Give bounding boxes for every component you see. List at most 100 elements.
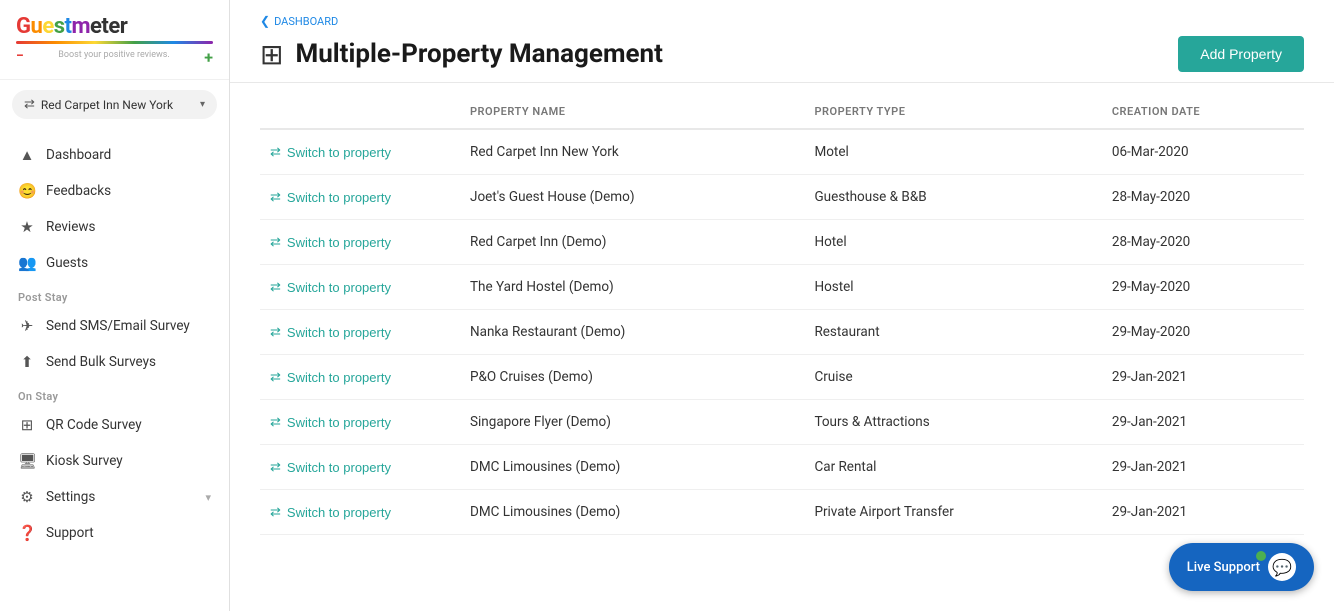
dashboard-icon: ▲ bbox=[18, 146, 36, 164]
table-cell-action: ⇄ Switch to property bbox=[260, 400, 460, 445]
switch-to-property-button[interactable]: ⇄ Switch to property bbox=[270, 189, 391, 205]
table-row: ⇄ Switch to property P&O Cruises (Demo) … bbox=[260, 355, 1304, 400]
switch-btn-label: Switch to property bbox=[287, 235, 391, 250]
page-title-left: ⊞ Multiple-Property Management bbox=[260, 38, 663, 71]
table-cell-name: The Yard Hostel (Demo) bbox=[460, 265, 804, 310]
table-cell-date: 29-May-2020 bbox=[1102, 310, 1304, 355]
table-cell-date: 29-May-2020 bbox=[1102, 265, 1304, 310]
logo-letter-e: e bbox=[42, 14, 53, 39]
sidebar-item-reviews[interactable]: ★ Reviews bbox=[0, 209, 229, 245]
table-row: ⇄ Switch to property DMC Limousines (Dem… bbox=[260, 490, 1304, 535]
table-cell-type: Car Rental bbox=[804, 445, 1101, 490]
sidebar-item-qr-code[interactable]: ⊞ QR Code Survey bbox=[0, 407, 229, 443]
table-cell-type: Motel bbox=[804, 129, 1101, 175]
switch-icon: ⇄ bbox=[270, 279, 281, 295]
table-row: ⇄ Switch to property Nanka Restaurant (D… bbox=[260, 310, 1304, 355]
switch-to-property-button[interactable]: ⇄ Switch to property bbox=[270, 504, 391, 520]
on-stay-section-label: On Stay bbox=[0, 380, 229, 407]
logo-letter-m: m bbox=[71, 14, 90, 39]
chat-bubble-icon: 💬 bbox=[1268, 553, 1296, 581]
table-header: PROPERTY NAME PROPERTY TYPE CREATION DAT… bbox=[260, 93, 1304, 129]
table-cell-action: ⇄ Switch to property bbox=[260, 129, 460, 175]
guests-icon: 👥 bbox=[18, 254, 36, 272]
sidebar-item-support[interactable]: ❓ Support bbox=[0, 515, 229, 551]
support-icon: ❓ bbox=[18, 524, 36, 542]
page-title: Multiple-Property Management bbox=[295, 39, 662, 69]
switch-to-property-button[interactable]: ⇄ Switch to property bbox=[270, 369, 391, 385]
sidebar-item-guests[interactable]: 👥 Guests bbox=[0, 245, 229, 281]
table-cell-name: DMC Limousines (Demo) bbox=[460, 445, 804, 490]
switch-to-property-button[interactable]: ⇄ Switch to property bbox=[270, 324, 391, 340]
table-cell-date: 29-Jan-2021 bbox=[1102, 355, 1304, 400]
property-selector-label: Red Carpet Inn New York bbox=[41, 98, 173, 112]
table-row: ⇄ Switch to property Singapore Flyer (De… bbox=[260, 400, 1304, 445]
table-cell-type: Private Airport Transfer bbox=[804, 490, 1101, 535]
table-cell-action: ⇄ Switch to property bbox=[260, 490, 460, 535]
live-support-label: Live Support bbox=[1187, 560, 1260, 575]
table-cell-date: 28-May-2020 bbox=[1102, 220, 1304, 265]
sidebar-item-label: Reviews bbox=[46, 219, 96, 235]
online-indicator bbox=[1256, 551, 1266, 561]
sidebar-item-kiosk[interactable]: 🖥 Kiosk Survey bbox=[0, 443, 229, 479]
table-cell-date: 29-Jan-2021 bbox=[1102, 445, 1304, 490]
sidebar-item-dashboard[interactable]: ▲ Dashboard bbox=[0, 137, 229, 173]
table-cell-name: Red Carpet Inn (Demo) bbox=[460, 220, 804, 265]
table-cell-type: Hostel bbox=[804, 265, 1101, 310]
logo-letter-u: u bbox=[31, 14, 43, 39]
add-property-button[interactable]: Add Property bbox=[1178, 36, 1304, 72]
col-header-creation-date: CREATION DATE bbox=[1102, 93, 1304, 129]
table-row: ⇄ Switch to property Red Carpet Inn (Dem… bbox=[260, 220, 1304, 265]
main-content: ❮ DASHBOARD ⊞ Multiple-Property Manageme… bbox=[230, 0, 1334, 611]
sidebar-item-feedbacks[interactable]: 😊 Feedbacks bbox=[0, 173, 229, 209]
switch-btn-label: Switch to property bbox=[287, 145, 391, 160]
col-header-property-type: PROPERTY TYPE bbox=[804, 93, 1101, 129]
table-row: ⇄ Switch to property The Yard Hostel (De… bbox=[260, 265, 1304, 310]
bulk-surveys-icon: ⬆ bbox=[18, 353, 36, 371]
property-selector[interactable]: ⇄ Red Carpet Inn New York ▾ bbox=[12, 90, 217, 119]
table-cell-action: ⇄ Switch to property bbox=[260, 220, 460, 265]
switch-icon: ⇄ bbox=[270, 324, 281, 340]
col-header-property-name: PROPERTY NAME bbox=[460, 93, 804, 129]
minus-icon: − bbox=[16, 48, 24, 67]
table-cell-type: Guesthouse & B&B bbox=[804, 175, 1101, 220]
table-cell-type: Cruise bbox=[804, 355, 1101, 400]
switch-btn-label: Switch to property bbox=[287, 190, 391, 205]
sidebar-item-label: Send Bulk Surveys bbox=[46, 354, 156, 370]
table-row: ⇄ Switch to property DMC Limousines (Dem… bbox=[260, 445, 1304, 490]
qr-code-icon: ⊞ bbox=[18, 416, 36, 434]
switch-to-property-button[interactable]: ⇄ Switch to property bbox=[270, 459, 391, 475]
switch-icon: ⇄ bbox=[270, 504, 281, 520]
settings-icon: ⚙ bbox=[18, 488, 36, 506]
switch-to-property-button[interactable]: ⇄ Switch to property bbox=[270, 234, 391, 250]
sidebar-item-label: Settings bbox=[46, 489, 95, 505]
col-header-action bbox=[260, 93, 460, 129]
switch-icon: ⇄ bbox=[270, 369, 281, 385]
logo-tagline: Boost your positive reviews. bbox=[58, 50, 170, 67]
breadcrumb-label: DASHBOARD bbox=[274, 15, 338, 28]
switch-to-property-button[interactable]: ⇄ Switch to property bbox=[270, 414, 391, 430]
switch-btn-label: Switch to property bbox=[287, 415, 391, 430]
table-cell-action: ⇄ Switch to property bbox=[260, 310, 460, 355]
switch-icon: ⇄ bbox=[24, 97, 35, 112]
switch-icon: ⇄ bbox=[270, 144, 281, 160]
live-support-widget[interactable]: Live Support 💬 bbox=[1169, 543, 1314, 591]
sidebar-item-settings[interactable]: ⚙ Settings ▾ bbox=[0, 479, 229, 515]
post-stay-section-label: Post Stay bbox=[0, 281, 229, 308]
sidebar-item-label: Support bbox=[46, 525, 94, 541]
switch-to-property-button[interactable]: ⇄ Switch to property bbox=[270, 279, 391, 295]
switch-btn-label: Switch to property bbox=[287, 460, 391, 475]
chevron-down-icon: ▾ bbox=[200, 99, 205, 110]
sidebar-item-bulk-surveys[interactable]: ⬆ Send Bulk Surveys bbox=[0, 344, 229, 380]
table-cell-action: ⇄ Switch to property bbox=[260, 355, 460, 400]
table-cell-date: 29-Jan-2021 bbox=[1102, 400, 1304, 445]
logo-letter-g: G bbox=[16, 14, 31, 39]
table-cell-name: Singapore Flyer (Demo) bbox=[460, 400, 804, 445]
breadcrumb[interactable]: ❮ DASHBOARD bbox=[260, 14, 1304, 28]
table-cell-name: DMC Limousines (Demo) bbox=[460, 490, 804, 535]
switch-btn-label: Switch to property bbox=[287, 505, 391, 520]
switch-icon: ⇄ bbox=[270, 414, 281, 430]
switch-to-property-button[interactable]: ⇄ Switch to property bbox=[270, 144, 391, 160]
logo-letter-s: s bbox=[54, 14, 65, 39]
sidebar-item-send-sms[interactable]: ✈ Send SMS/Email Survey bbox=[0, 308, 229, 344]
breadcrumb-arrow-icon: ❮ bbox=[260, 14, 270, 28]
